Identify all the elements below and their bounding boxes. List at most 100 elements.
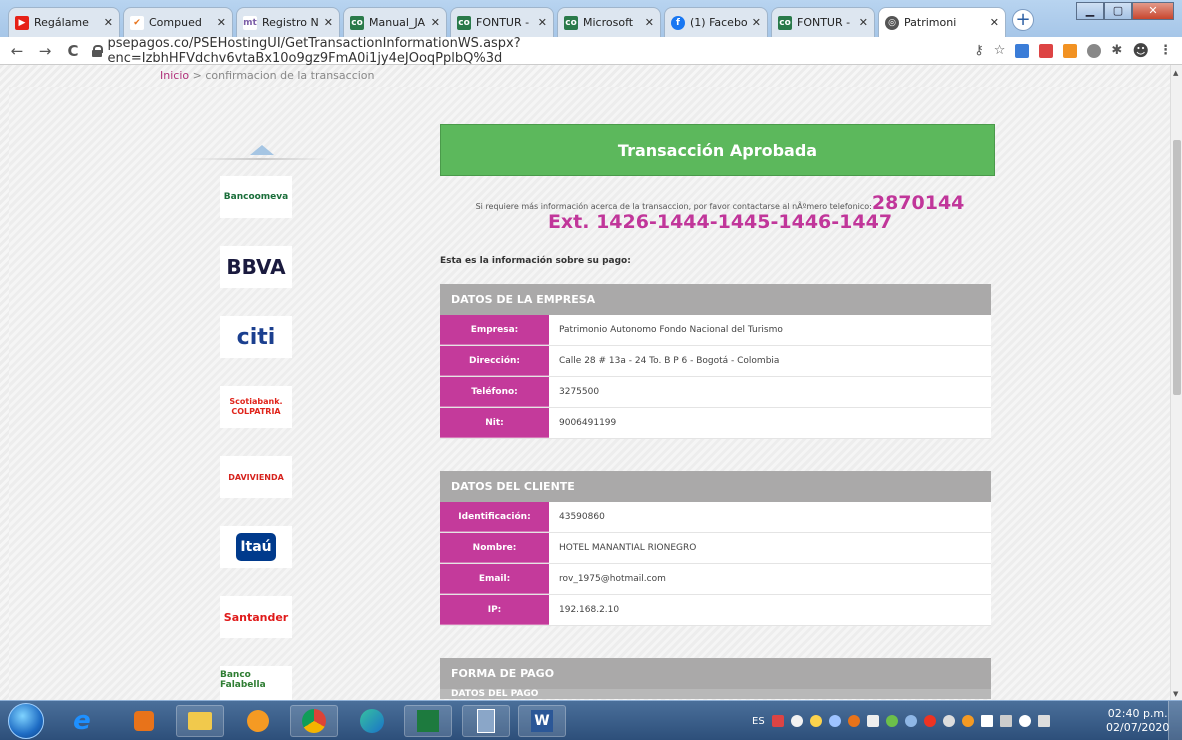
close-icon[interactable]: ✕ [752, 16, 761, 29]
new-tab-button[interactable]: + [1012, 9, 1034, 31]
forward-button[interactable]: → [34, 42, 56, 60]
close-icon[interactable]: ✕ [431, 16, 440, 29]
tab-facebook[interactable]: f (1) Facebo ✕ [664, 7, 768, 37]
tab-label: Manual_JA [369, 16, 426, 29]
breadcrumb-separator: > [192, 69, 202, 82]
extension-chat-icon[interactable] [1087, 43, 1102, 58]
back-button[interactable]: ← [6, 42, 28, 60]
language-indicator[interactable]: ES [752, 716, 765, 727]
close-icon[interactable]: ✕ [990, 16, 999, 29]
signal-icon[interactable] [980, 715, 993, 727]
tray-drive-icon[interactable] [904, 715, 917, 727]
tray-bubble-icon[interactable] [828, 715, 841, 727]
menu-icon[interactable]: ⋮ [1159, 43, 1172, 58]
star-icon[interactable]: ☆ [994, 43, 1006, 58]
close-window-button[interactable]: ✕ [1132, 2, 1174, 20]
url-field[interactable]: psepagos.co/PSEHostingUI/GetTransactionI… [92, 36, 872, 66]
profile-icon[interactable]: ☻ [1132, 41, 1149, 60]
puzzle-icon[interactable]: ✱ [1111, 43, 1122, 58]
tab-label: Patrimoni [904, 16, 957, 29]
media-player-icon[interactable] [120, 705, 168, 737]
show-desktop-button[interactable] [1168, 701, 1182, 740]
page-scrollbar[interactable]: ▲ ▼ [1170, 65, 1182, 700]
tab-manual[interactable]: co Manual_JA ✕ [343, 7, 447, 37]
breadcrumb-home[interactable]: Inicio [160, 69, 189, 82]
extension-outlook-icon[interactable] [1015, 43, 1030, 58]
row-label: Nit: [440, 408, 549, 438]
key-icon[interactable]: ⚷ [974, 43, 984, 58]
scrollbar-thumb[interactable] [1173, 140, 1181, 395]
client-data-table: DATOS DEL CLIENTE Identificación: 435908… [440, 471, 991, 626]
maximize-button[interactable]: ▢ [1104, 2, 1132, 20]
chrome-icon[interactable] [290, 705, 338, 737]
word-icon[interactable]: W [518, 705, 566, 737]
tray-chrome-icon[interactable] [847, 715, 860, 727]
youtube-icon: ▶ [15, 15, 29, 30]
tray-app-icon[interactable] [771, 715, 784, 727]
scroll-down-icon[interactable]: ▼ [1173, 690, 1178, 698]
bank-logo-citi[interactable]: citi [220, 316, 292, 358]
taskbar-clock[interactable]: 02:40 p.m. 02/07/2020 [1106, 707, 1169, 735]
minimize-button[interactable]: ▁ [1076, 2, 1104, 20]
row-value: HOTEL MANANTIAL RIONEGRO [549, 533, 991, 563]
start-button[interactable] [8, 703, 44, 739]
bank-logo-falabella[interactable]: Banco Falabella [220, 666, 292, 700]
tab-fontur-1[interactable]: co FONTUR - ✕ [450, 7, 554, 37]
bank-logo-davivienda[interactable]: DAVIVIENDA [220, 456, 292, 498]
co-icon: co [564, 15, 578, 30]
section-header: FORMA DE PAGO [440, 658, 991, 689]
bank-logo-bbva[interactable]: BBVA [220, 246, 292, 288]
section-header: DATOS DE LA EMPRESA [440, 284, 991, 315]
reload-button[interactable]: C [62, 42, 84, 60]
close-icon[interactable]: ✕ [645, 16, 654, 29]
tray-network-icon[interactable] [885, 715, 898, 727]
internet-explorer-icon[interactable]: e [58, 705, 106, 737]
company-data-table: DATOS DE LA EMPRESA Empresa: Patrimonio … [440, 284, 991, 439]
edge-icon[interactable] [348, 705, 396, 737]
lock-icon [92, 44, 104, 57]
row-value: 9006491199 [549, 408, 991, 438]
tab-youtube[interactable]: ▶ Regálame ✕ [8, 7, 120, 37]
tab-label: Registro N [262, 16, 319, 29]
volume-icon[interactable] [1018, 715, 1031, 727]
tab-patrimonio[interactable]: ◎ Patrimoni ✕ [878, 7, 1006, 37]
bank-logo-bancoomeva[interactable]: Bancoomeva [220, 176, 292, 218]
facebook-icon: f [671, 15, 685, 30]
help-icon[interactable] [790, 715, 803, 727]
close-icon[interactable]: ✕ [324, 16, 333, 29]
action-center-icon[interactable] [1037, 715, 1050, 727]
tray-cat-icon[interactable] [961, 715, 974, 727]
tab-microsoft[interactable]: co Microsoft ✕ [557, 7, 661, 37]
bank-logo-scotiabank[interactable]: Scotiabank. COLPATRIA [220, 386, 292, 428]
globe-icon: ◎ [885, 15, 899, 30]
tray-usb-icon[interactable] [942, 715, 955, 727]
extension-amazon-icon[interactable] [1063, 43, 1078, 58]
contact-extensions: Ext. 1426-1444-1445-1446-1447 [547, 211, 893, 233]
bank-logo-santander[interactable]: Santander [220, 596, 292, 638]
bank-name: citi [236, 324, 276, 350]
tab-label: Microsoft [583, 16, 634, 29]
row-value: 43590860 [549, 502, 991, 532]
contact-text: Si requiere más información acerca de la… [475, 202, 872, 211]
extension-pdf-icon[interactable] [1039, 43, 1054, 58]
bank-logo-itau[interactable]: Itaú [220, 526, 292, 568]
scroll-up-icon[interactable]: ▲ [1173, 69, 1178, 77]
tray-antivirus-icon[interactable] [923, 715, 936, 727]
window-controls: ▁ ▢ ✕ [1076, 2, 1174, 20]
tray-bulb-icon[interactable] [809, 715, 822, 727]
payment-method-table: FORMA DE PAGO DATOS DEL PAGO [440, 658, 991, 699]
tab-fontur-2[interactable]: co FONTUR - ✕ [771, 7, 875, 37]
close-icon[interactable]: ✕ [217, 16, 226, 29]
settings-app-icon[interactable] [234, 705, 282, 737]
close-icon[interactable]: ✕ [104, 16, 113, 29]
file-explorer-icon[interactable] [176, 705, 224, 737]
tab-registro[interactable]: mt Registro N ✕ [236, 7, 340, 37]
calculator-icon[interactable] [462, 705, 510, 737]
flag-icon[interactable] [866, 715, 879, 727]
table-row: Teléfono: 3275500 [440, 377, 991, 408]
close-icon[interactable]: ✕ [859, 16, 868, 29]
tab-compued[interactable]: ✔ Compued ✕ [123, 7, 233, 37]
network-icon[interactable] [999, 715, 1012, 727]
close-icon[interactable]: ✕ [538, 16, 547, 29]
excel-icon[interactable] [404, 705, 452, 737]
